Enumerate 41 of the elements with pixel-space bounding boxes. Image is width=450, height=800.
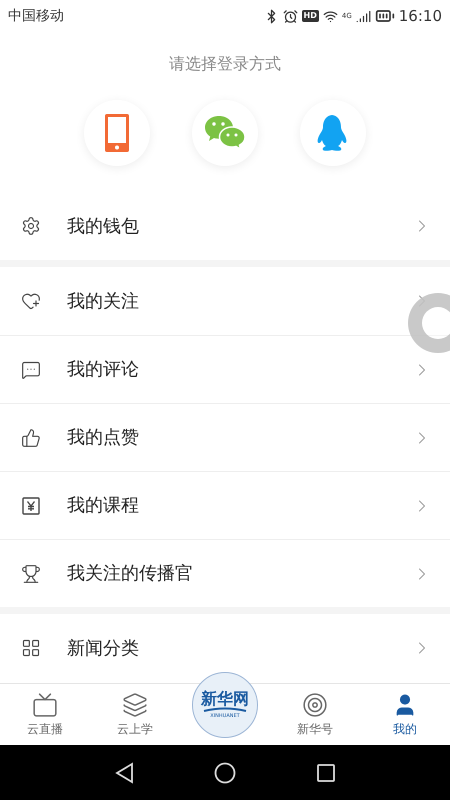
home-icon[interactable] xyxy=(214,762,236,784)
comment-icon xyxy=(21,360,41,380)
heart-plus-icon xyxy=(21,291,41,311)
time-text: 16:10 xyxy=(398,6,442,27)
phone-icon xyxy=(105,114,129,152)
menu-item[interactable]: 我的关注 xyxy=(0,267,450,335)
hd-badge: HD xyxy=(302,10,319,22)
tab-button[interactable]: 云上学 xyxy=(90,684,180,745)
recents-icon[interactable] xyxy=(316,762,336,782)
signal-icon xyxy=(356,8,371,24)
tab-button[interactable]: 我的 xyxy=(360,684,450,745)
target-icon xyxy=(302,692,328,718)
menu-item-label: 我的钱包 xyxy=(67,214,140,238)
grid-icon xyxy=(21,638,41,658)
menu-item[interactable]: 我的钱包 xyxy=(0,192,450,260)
menu-item-label: 我的关注 xyxy=(67,290,140,314)
tab-button[interactable]: 新华号 xyxy=(270,684,360,745)
menu-item-label: 我关注的传播官 xyxy=(67,562,194,586)
menu-item-label: 新闻分类 xyxy=(67,636,140,660)
menu-item[interactable]: 我的点赞 xyxy=(0,403,450,471)
thumbs-up-icon xyxy=(21,428,41,448)
settings-icon xyxy=(21,216,41,236)
wifi-icon xyxy=(322,8,338,24)
logo-swoosh-icon xyxy=(203,707,247,712)
menu-item-label: 我的课程 xyxy=(67,494,140,518)
tab-button[interactable]: 云直播 xyxy=(0,684,90,745)
logo-title: 新华网 xyxy=(201,691,249,707)
menu-item[interactable]: 我关注的传播官 xyxy=(0,539,450,607)
floating-assist-button[interactable] xyxy=(408,293,450,353)
layers-icon xyxy=(122,692,148,718)
menu-item-label: 我的点赞 xyxy=(67,426,140,450)
back-icon[interactable] xyxy=(114,762,134,784)
yen-box-icon xyxy=(21,496,41,516)
menu-item[interactable]: 我的课程 xyxy=(0,471,450,539)
trophy-icon xyxy=(21,564,41,584)
login-prompt: 请选择登录方式 xyxy=(169,53,281,75)
menu-item[interactable]: 我的评论 xyxy=(0,335,450,403)
tv-icon xyxy=(32,692,58,718)
alarm-icon xyxy=(282,8,298,24)
menu-item-label: 我的评论 xyxy=(67,358,140,382)
carrier-text: 中国移动 xyxy=(8,6,64,26)
